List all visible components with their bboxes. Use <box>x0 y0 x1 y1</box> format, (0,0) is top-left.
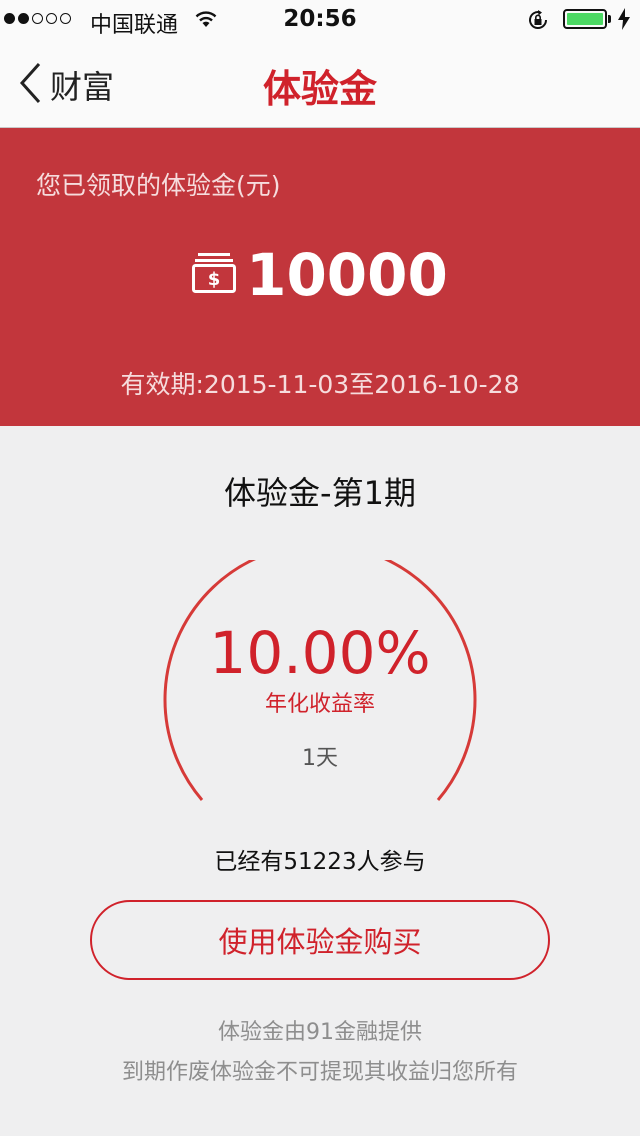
annual-yield-rate: 10.00% <box>209 619 431 687</box>
experience-fund-label: 您已领取的体验金(元) <box>36 171 281 200</box>
annual-yield-label: 年化收益率 <box>264 692 375 717</box>
buy-with-experience-fund-button[interactable]: 使用体验金购买 <box>90 900 550 980</box>
svg-text:$: $ <box>208 269 221 290</box>
term-length: 1天 <box>302 746 338 771</box>
experience-fund-summary: 您已领取的体验金(元) $ 10000 有效期:2015-11-03至2016-… <box>0 128 640 426</box>
validity-label: 有效期: <box>120 370 204 399</box>
battery-tip <box>608 15 611 23</box>
navigation-bar: 财富 体验金 <box>0 42 640 128</box>
validity-period: 有效期:2015-11-03至2016-10-28 <box>0 365 640 401</box>
experience-fund-amount-row: $ 10000 <box>0 246 640 304</box>
page-title: 体验金 <box>262 67 377 111</box>
product-name: 体验金-第1期 <box>224 474 416 512</box>
provider-note: 体验金由91金融提供 <box>218 1020 422 1045</box>
status-bar: 中国联通 20:56 <box>0 0 640 42</box>
validity-range: 2015-11-03至2016-10-28 <box>203 370 520 399</box>
charging-icon <box>618 8 630 34</box>
rotation-lock-icon <box>526 8 550 36</box>
battery-icon <box>563 9 607 29</box>
participant-count: 已经有51223人参与 <box>214 849 426 875</box>
expiry-note: 到期作废体验金不可提现其收益归您所有 <box>121 1060 518 1085</box>
money-stack-icon: $ <box>192 252 237 298</box>
experience-fund-amount: 10000 <box>246 241 448 309</box>
